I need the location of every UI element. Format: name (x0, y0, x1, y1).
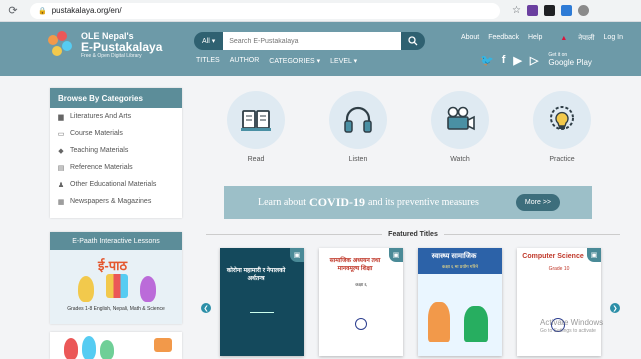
sub-navigation: TITLES AUTHOR CATEGORIES ▾ LEVEL ▾ (196, 57, 367, 65)
sidebar-item-course[interactable]: ▭ Course Materials (50, 125, 182, 142)
search-input[interactable] (223, 32, 402, 50)
video-camera-icon (447, 106, 475, 131)
carousel-prev-button[interactable]: ❮ (201, 303, 211, 313)
sidebar-item-reference[interactable]: ▤ Reference Materials (50, 159, 182, 176)
category-read[interactable]: Read (223, 91, 289, 163)
bookmark-star-icon[interactable]: ☆ (512, 5, 521, 16)
featured-book-2[interactable]: ▣ सामाजिक अध्ययन तथा मानवमूल्य शिक्षा कक… (319, 248, 403, 356)
covid-more-button[interactable]: More >> (515, 194, 560, 211)
category-practice[interactable]: Practice (529, 91, 595, 163)
child-illustration (154, 338, 172, 352)
feedback-link[interactable]: Feedback (488, 34, 519, 43)
child-illustration (78, 276, 94, 302)
nav-level[interactable]: LEVEL ▾ (330, 57, 357, 65)
epath-subtitle: Grades 1-8 English, Nepali, Math & Scien… (67, 306, 165, 312)
child-illustration (64, 338, 78, 359)
featured-book-4[interactable]: ▣ Computer Science Grade 10 (517, 248, 601, 356)
archive-icon: ▤ (57, 164, 65, 172)
headphones-icon (344, 106, 372, 133)
person-icon: ♟ (57, 181, 65, 189)
sidebar-item-newspapers[interactable]: ▦ Newspapers & Magazines (50, 193, 182, 210)
emblem-icon (355, 318, 367, 330)
child-illustration (140, 276, 156, 302)
sidebar-title: Browse By Categories (50, 88, 182, 108)
kids-banner[interactable] (50, 332, 182, 359)
search-icon (408, 36, 418, 46)
url-text: pustakalaya.org/en/ (51, 6, 122, 15)
search-button[interactable] (401, 32, 426, 50)
google-play-icon[interactable]: ▷ (530, 54, 538, 67)
carousel-next-button[interactable]: ❯ (610, 303, 620, 313)
book-badge-icon: ▣ (290, 248, 304, 262)
about-link[interactable]: About (461, 34, 479, 43)
nav-titles[interactable]: TITLES (196, 57, 220, 65)
category-watch[interactable]: Watch (427, 91, 493, 163)
epath-banner[interactable]: E-Paath Interactive Lessons ई-पाठ Grades… (50, 232, 182, 324)
windows-activation-watermark: Activate Windows Go to Settings to activ… (540, 318, 604, 334)
main-content: Browse By Categories ▆ Literatures And Ar… (0, 76, 641, 359)
lock-icon: 🔒 (38, 7, 47, 15)
sidebar-item-other[interactable]: ♟ Other Educational Materials (50, 176, 182, 193)
site-logo[interactable]: OLE Nepal's E-Pustakalaya Free & Open Di… (48, 31, 162, 59)
nav-author[interactable]: AUTHOR (230, 57, 260, 65)
nepal-flag-icon: ▲ (560, 35, 568, 42)
book-icon: ▆ (58, 113, 64, 121)
featured-book-3[interactable]: ▣ स्वास्थ्य सामाजिक कक्षा ६ मा प्रयोग गर… (418, 248, 502, 356)
colorful-book-icon (106, 274, 128, 298)
epath-logo: ई-पाठ (98, 258, 128, 273)
google-play-link[interactable]: Get it on Google Play (548, 52, 592, 67)
open-book-icon (241, 110, 271, 131)
logo-line2: E-Pustakalaya (81, 39, 163, 54)
top-links: About Feedback Help ▲ नेपाली Log In (452, 34, 623, 43)
social-links: 🐦 f ▶ ▷ Get it on Google Play (480, 52, 592, 67)
book-badge-icon: ▣ (587, 248, 601, 262)
twitter-icon[interactable]: 🐦 (480, 54, 494, 67)
sidebar-item-literatures[interactable]: ▆ Literatures And Arts (50, 108, 182, 125)
category-listen[interactable]: Listen (325, 91, 391, 163)
profile-avatar[interactable] (577, 5, 589, 16)
site-header: OLE Nepal's E-Pustakalaya Free & Open Di… (0, 22, 641, 76)
extension-icon[interactable] (560, 5, 572, 16)
login-link[interactable]: Log In (604, 34, 623, 43)
book-badge-icon: ▣ (389, 248, 403, 262)
graduation-cap-icon: ◆ (58, 147, 64, 155)
child-illustration (428, 302, 450, 342)
featured-titles-heading: Featured Titles (206, 228, 621, 240)
search-bar: All ▾ (194, 32, 426, 50)
lightbulb-gear-icon (550, 106, 574, 130)
reload-icon[interactable]: ⟳ (6, 4, 20, 18)
browser-toolbar: ⟳ 🔒 pustakalaya.org/en/ ☆ (0, 0, 641, 22)
child-illustration (82, 336, 96, 359)
sidebar-item-teaching[interactable]: ◆ Teaching Materials (50, 142, 182, 159)
featured-book-1[interactable]: ▣ कोरोना महामारी र नेपालको अर्थतन्त्र (220, 248, 304, 356)
cover-rule (250, 312, 274, 313)
epath-title: E-Paath Interactive Lessons (50, 232, 182, 250)
logo-tagline: Free & Open Digital Library (81, 52, 142, 59)
browse-categories-panel: Browse By Categories ▆ Literatures And Ar… (50, 88, 182, 218)
child-illustration (464, 306, 488, 342)
extension-icon[interactable] (543, 5, 555, 16)
monitor-icon: ▭ (57, 130, 65, 138)
facebook-icon[interactable]: f (502, 54, 506, 66)
nav-categories[interactable]: CATEGORIES ▾ (269, 57, 320, 65)
address-bar[interactable]: 🔒 pustakalaya.org/en/ (30, 2, 500, 19)
covid-banner: Learn about COVID-19 and its preventive … (224, 186, 592, 219)
extension-icon[interactable] (526, 5, 538, 16)
child-illustration (100, 340, 114, 359)
logo-mark-icon (48, 31, 76, 59)
newspaper-icon: ▦ (57, 198, 65, 206)
help-link[interactable]: Help (528, 34, 542, 43)
search-scope-select[interactable]: All ▾ (194, 32, 224, 50)
youtube-icon[interactable]: ▶ (513, 54, 521, 67)
language-link[interactable]: ▲ नेपाली (551, 34, 594, 43)
